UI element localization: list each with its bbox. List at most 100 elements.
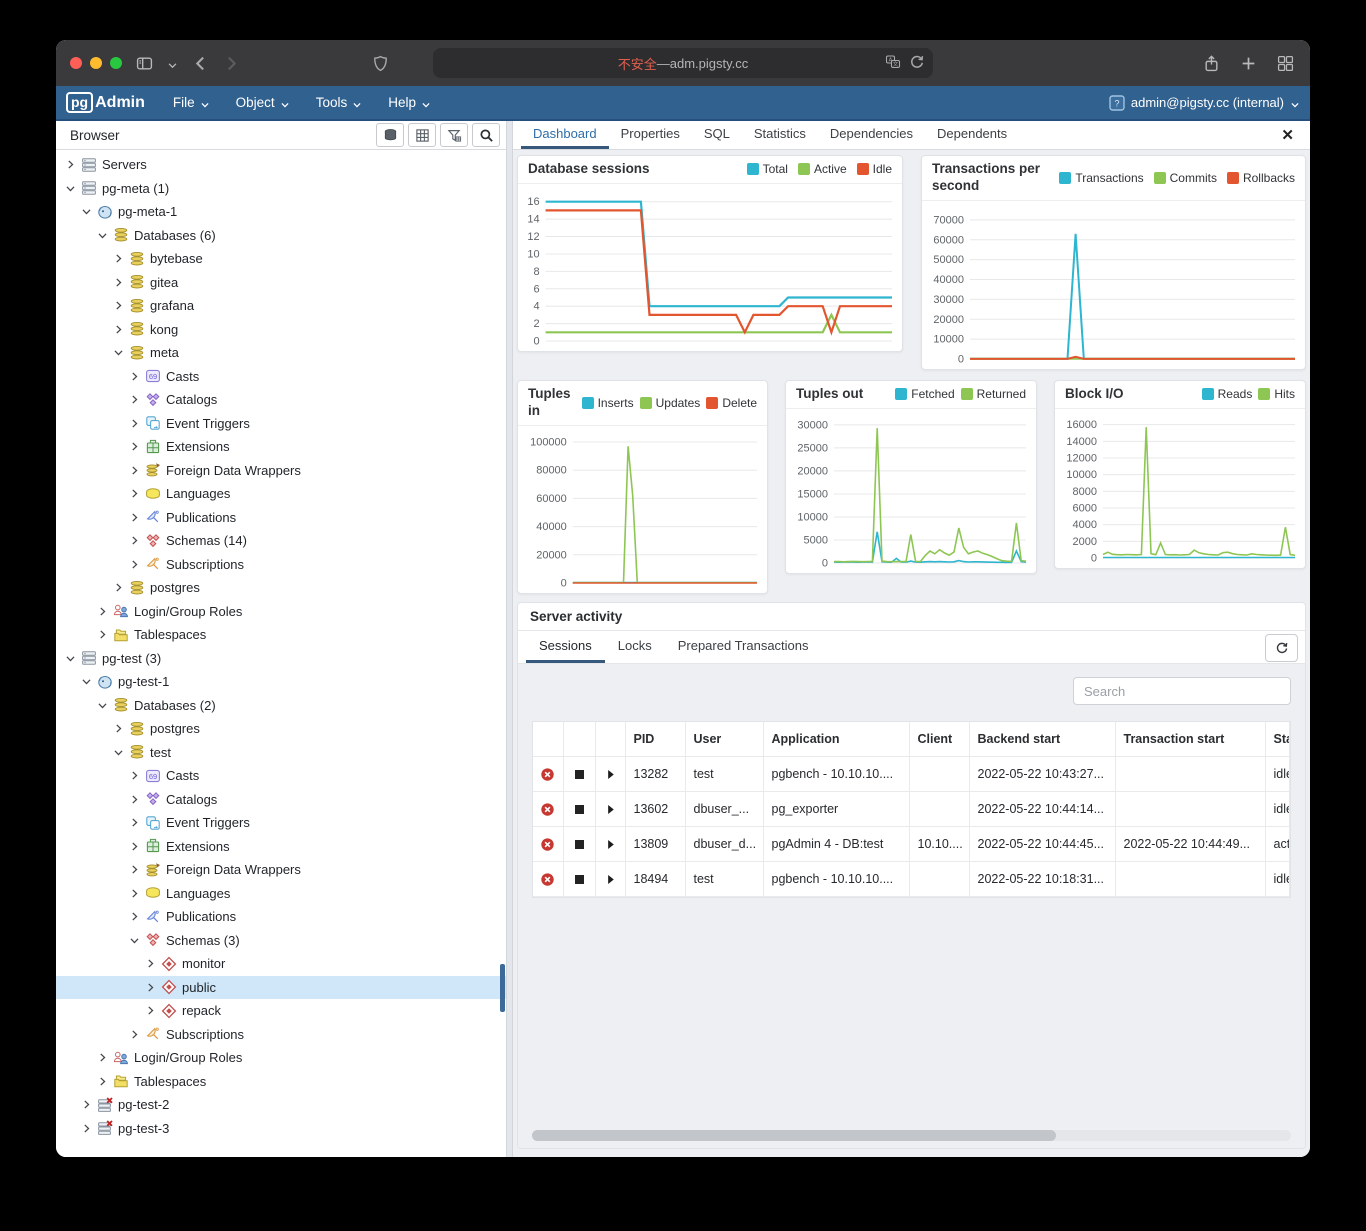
terminate-session-button[interactable] bbox=[533, 792, 563, 827]
tree-item-publications[interactable]: Publications bbox=[56, 905, 506, 929]
chevron-down-icon[interactable] bbox=[126, 933, 143, 947]
sidebar-toggle-icon[interactable] bbox=[136, 55, 153, 72]
tree-item-catalogs[interactable]: Catalogs bbox=[56, 388, 506, 412]
panel-splitter[interactable] bbox=[506, 121, 513, 1157]
tab-dependencies[interactable]: Dependencies bbox=[818, 121, 925, 149]
session-row[interactable]: 13809dbuser_d...pgAdmin 4 - DB:test10.10… bbox=[533, 827, 1290, 862]
column-header-state[interactable]: State bbox=[1265, 722, 1290, 757]
tab-dashboard[interactable]: Dashboard bbox=[521, 121, 609, 149]
refresh-button[interactable] bbox=[1265, 634, 1298, 662]
tab-dependents[interactable]: Dependents bbox=[925, 121, 1019, 149]
terminate-session-button[interactable] bbox=[533, 862, 563, 897]
minimize-window-button[interactable] bbox=[90, 57, 102, 69]
chevron-right-icon[interactable] bbox=[126, 534, 143, 548]
chevron-down-icon[interactable] bbox=[94, 228, 111, 242]
chevron-right-icon[interactable] bbox=[126, 910, 143, 924]
tree-item-extensions[interactable]: Extensions bbox=[56, 435, 506, 459]
horizontal-scrollbar[interactable] bbox=[532, 1130, 1291, 1141]
tab-prepared-transactions[interactable]: Prepared Transactions bbox=[665, 631, 822, 663]
expand-row-button[interactable] bbox=[595, 827, 625, 862]
tree-item-servers[interactable]: Servers bbox=[56, 153, 506, 177]
column-header-transaction-start[interactable]: Transaction start bbox=[1115, 722, 1265, 757]
tree-item-languages[interactable]: Languages bbox=[56, 882, 506, 906]
zoom-window-button[interactable] bbox=[110, 57, 122, 69]
tree-item-login-group-roles[interactable]: Login/Group Roles bbox=[56, 600, 506, 624]
chevron-right-icon[interactable] bbox=[126, 1027, 143, 1041]
chevron-right-icon[interactable] bbox=[78, 1121, 95, 1135]
chevron-right-icon[interactable] bbox=[126, 886, 143, 900]
tree-item-event-triggers[interactable]: Event Triggers bbox=[56, 412, 506, 436]
tree-item-meta[interactable]: meta bbox=[56, 341, 506, 365]
chevron-right-icon[interactable] bbox=[94, 1074, 111, 1088]
expand-row-button[interactable] bbox=[595, 757, 625, 792]
chevron-right-icon[interactable] bbox=[126, 369, 143, 383]
share-icon[interactable] bbox=[1203, 55, 1220, 72]
user-menu[interactable]: ? admin@pigsty.cc (internal) bbox=[1109, 95, 1300, 111]
column-header-application[interactable]: Application bbox=[763, 722, 909, 757]
column-header-pid[interactable]: PID bbox=[625, 722, 685, 757]
tree-item-repack[interactable]: repack bbox=[56, 999, 506, 1023]
chevron-right-icon[interactable] bbox=[126, 863, 143, 877]
tree-item-casts[interactable]: 69Casts bbox=[56, 764, 506, 788]
chevron-right-icon[interactable] bbox=[126, 510, 143, 524]
cancel-query-button[interactable] bbox=[563, 862, 595, 897]
tree-item-pg-meta-1[interactable]: pg-meta (1) bbox=[56, 177, 506, 201]
session-row[interactable]: 13282testpgbench - 10.10.10....2022-05-2… bbox=[533, 757, 1290, 792]
chevron-right-icon[interactable] bbox=[110, 252, 127, 266]
chevron-right-icon[interactable] bbox=[126, 440, 143, 454]
tab-overview-icon[interactable] bbox=[1277, 55, 1294, 72]
new-tab-icon[interactable] bbox=[1240, 55, 1257, 72]
chevron-down-icon[interactable] bbox=[94, 698, 111, 712]
tree-item-databases-2[interactable]: Databases (2) bbox=[56, 694, 506, 718]
reload-icon[interactable] bbox=[909, 54, 925, 70]
menu-object[interactable]: Object bbox=[236, 95, 290, 110]
tree-item-languages[interactable]: Languages bbox=[56, 482, 506, 506]
chevron-right-icon[interactable] bbox=[62, 158, 79, 172]
terminate-session-button[interactable] bbox=[533, 757, 563, 792]
tree-item-pg-test-3[interactable]: pg-test (3) bbox=[56, 647, 506, 671]
translate-icon[interactable]: A文 bbox=[885, 54, 901, 70]
tree-item-schemas-14[interactable]: Schemas (14) bbox=[56, 529, 506, 553]
chevron-down-icon[interactable] bbox=[78, 205, 95, 219]
chevron-right-icon[interactable] bbox=[142, 957, 159, 971]
chevron-right-icon[interactable] bbox=[110, 299, 127, 313]
tab-statistics[interactable]: Statistics bbox=[742, 121, 818, 149]
chevron-right-icon[interactable] bbox=[126, 839, 143, 853]
search-button[interactable] bbox=[472, 123, 500, 147]
close-window-button[interactable] bbox=[70, 57, 82, 69]
cancel-query-button[interactable] bbox=[563, 757, 595, 792]
menu-help[interactable]: Help bbox=[388, 95, 431, 110]
tab-sessions[interactable]: Sessions bbox=[526, 631, 605, 663]
privacy-shield-icon[interactable] bbox=[372, 55, 389, 72]
expand-row-button[interactable] bbox=[595, 792, 625, 827]
column-header-client[interactable]: Client bbox=[909, 722, 969, 757]
tree-item-databases-6[interactable]: Databases (6) bbox=[56, 224, 506, 248]
chevron-down-icon[interactable] bbox=[110, 346, 127, 360]
tree-item-pg-test-3[interactable]: pg-test-3 bbox=[56, 1117, 506, 1141]
menu-tools[interactable]: Tools bbox=[316, 95, 363, 110]
tree-item-test[interactable]: test bbox=[56, 741, 506, 765]
cancel-query-button[interactable] bbox=[563, 792, 595, 827]
chevron-right-icon[interactable] bbox=[110, 581, 127, 595]
chevron-right-icon[interactable] bbox=[126, 769, 143, 783]
session-row[interactable]: 13602dbuser_...pg_exporter2022-05-22 10:… bbox=[533, 792, 1290, 827]
menu-file[interactable]: File bbox=[173, 95, 210, 110]
tree-item-pg-meta-1[interactable]: pg-meta-1 bbox=[56, 200, 506, 224]
column-header-backend-start[interactable]: Backend start bbox=[969, 722, 1115, 757]
tree-item-monitor[interactable]: monitor bbox=[56, 952, 506, 976]
tree-item-login-group-roles[interactable]: Login/Group Roles bbox=[56, 1046, 506, 1070]
tree-item-postgres[interactable]: postgres bbox=[56, 717, 506, 741]
tree-item-foreign-data-wrappers[interactable]: Foreign Data Wrappers bbox=[56, 858, 506, 882]
chevron-right-icon[interactable] bbox=[126, 792, 143, 806]
tree-item-kong[interactable]: kong bbox=[56, 318, 506, 342]
horizontal-scrollbar-thumb[interactable] bbox=[532, 1130, 1056, 1141]
chevron-right-icon[interactable] bbox=[126, 416, 143, 430]
chevron-right-icon[interactable] bbox=[94, 628, 111, 642]
chevron-right-icon[interactable] bbox=[78, 1098, 95, 1112]
expand-row-button[interactable] bbox=[595, 862, 625, 897]
chevron-right-icon[interactable] bbox=[126, 557, 143, 571]
cancel-query-button[interactable] bbox=[563, 827, 595, 862]
tree-item-extensions[interactable]: Extensions bbox=[56, 835, 506, 859]
tree-item-pg-test-2[interactable]: pg-test-2 bbox=[56, 1093, 506, 1117]
chevron-down-icon[interactable] bbox=[167, 58, 178, 69]
